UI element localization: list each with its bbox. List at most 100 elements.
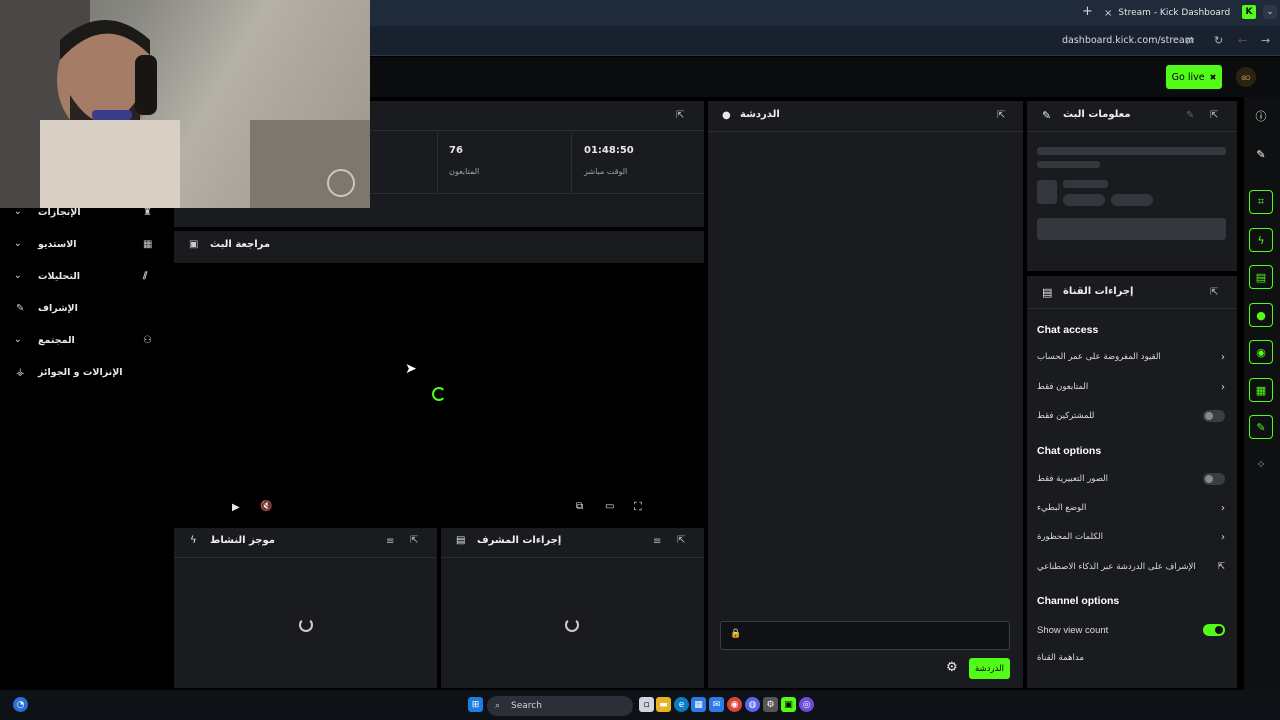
- followers-label: المتابعون: [449, 167, 480, 176]
- sidebar-item[interactable]: ⌄ المجتمع ⚇: [0, 330, 170, 350]
- divider: [441, 557, 704, 558]
- chat-icon[interactable]: ●: [1249, 303, 1273, 327]
- file-explorer-icon[interactable]: ▬: [656, 697, 671, 712]
- search-placeholder: Search: [511, 701, 542, 711]
- play-icon[interactable]: ▶: [232, 502, 240, 513]
- divider: [174, 557, 437, 558]
- new-tab-button[interactable]: +: [1082, 4, 1093, 19]
- discord-icon[interactable]: ◍: [745, 697, 760, 712]
- sidebar-item[interactable]: الإشراف ✎: [0, 298, 170, 318]
- channel-action-label: الصور التعبيرية فقط: [1037, 474, 1109, 484]
- activity-panel: [174, 528, 437, 688]
- back-icon[interactable]: ←: [1238, 34, 1247, 47]
- webcam-overlay: [0, 0, 370, 208]
- channel-action-row[interactable]: الكلمات المحظورة ›: [1037, 529, 1227, 545]
- go-live-button[interactable]: Go live ✖: [1166, 65, 1222, 89]
- apps-icon[interactable]: ⁘: [1249, 452, 1273, 476]
- avatar[interactable]: ꩧ: [1236, 67, 1256, 87]
- chevron-down-icon[interactable]: ⌄: [14, 207, 22, 217]
- external-link-icon: ⇱: [1217, 562, 1225, 572]
- channel-actions-icon: ▤: [1042, 286, 1053, 299]
- document-icon[interactable]: ▤: [1249, 265, 1273, 289]
- lightning-icon[interactable]: ϟ: [1249, 228, 1273, 252]
- sidebar-item-label: المجتمع: [38, 334, 75, 346]
- channel-action-row[interactable]: الصور التعبيرية فقط: [1037, 471, 1227, 487]
- mail-icon[interactable]: ✉: [709, 697, 724, 712]
- divider: [437, 133, 438, 193]
- channel-action-row[interactable]: القيود المفروضة على عمر الحساب ›: [1037, 349, 1227, 365]
- theater-icon[interactable]: ▭: [605, 501, 614, 512]
- weather-icon[interactable]: ◔: [13, 697, 28, 712]
- sidebar-item-label: التحليلات: [38, 270, 81, 282]
- channel-action-row[interactable]: Show view count: [1037, 622, 1227, 638]
- chevron-right-icon: ›: [1221, 381, 1225, 393]
- toggle-switch[interactable]: [1203, 410, 1225, 422]
- chevron-down-icon[interactable]: ⌄: [14, 239, 22, 249]
- chevron-down-icon[interactable]: ⌄: [14, 271, 22, 281]
- wrench-icon: ✎: [16, 302, 25, 314]
- toggle-switch[interactable]: [1203, 473, 1225, 485]
- popout-icon[interactable]: ⇱: [410, 535, 418, 546]
- channel-action-row[interactable]: الإشراف على الدردشة عبر الذكاء الاصطناعي…: [1037, 559, 1227, 575]
- channel-action-label: الوضع البطيء: [1037, 503, 1087, 513]
- fullscreen-icon[interactable]: ⛶: [634, 500, 642, 514]
- chat-send-button[interactable]: الدردشة: [969, 658, 1010, 679]
- edge-icon[interactable]: e: [674, 697, 689, 712]
- popout-icon[interactable]: ⇱: [677, 535, 685, 546]
- site-settings-icon[interactable]: ⇄: [1185, 34, 1194, 47]
- filter-icon[interactable]: ≡: [386, 536, 394, 547]
- chevron-down-icon[interactable]: ⌄: [14, 335, 22, 345]
- wrench-icon[interactable]: ✎: [1249, 415, 1273, 439]
- browser-tab[interactable]: × Stream - Kick Dashboard K: [1098, 2, 1256, 24]
- chrome-icon[interactable]: ◉: [727, 697, 742, 712]
- section-heading: Chat options: [1037, 445, 1102, 457]
- popout-icon[interactable]: ⇱: [997, 110, 1005, 121]
- app-icon[interactable]: ▣: [781, 697, 796, 712]
- url-field[interactable]: dashboard.kick.com/stream: [1062, 35, 1194, 46]
- loading-spinner: [299, 618, 313, 632]
- mute-icon[interactable]: 🔇: [260, 501, 272, 512]
- store-icon[interactable]: ▦: [691, 697, 706, 712]
- popout-icon[interactable]: ⇱: [676, 110, 684, 121]
- edit-icon[interactable]: ✎: [1249, 142, 1273, 166]
- tab-search-icon[interactable]: ⌄: [1263, 5, 1277, 19]
- edit-icon[interactable]: ✎: [1186, 110, 1194, 121]
- toggle-switch[interactable]: [1203, 624, 1225, 636]
- kick-logo-icon: K: [1242, 5, 1256, 19]
- taskbar-search[interactable]: ⌕ Search: [487, 696, 633, 716]
- filter-icon[interactable]: ≡: [653, 536, 661, 547]
- sidebar-item[interactable]: ⌄ التحليلات ⫽: [0, 266, 170, 286]
- scan-icon[interactable]: ⌗: [1249, 190, 1273, 214]
- mod-actions-panel: [441, 528, 704, 688]
- reload-icon[interactable]: ↻: [1214, 34, 1223, 47]
- channel-action-row[interactable]: المتابعون فقط ›: [1037, 379, 1227, 395]
- lock-icon: 🔒: [730, 629, 742, 639]
- lightning-icon: ϟ: [190, 535, 197, 546]
- loading-spinner: [565, 618, 579, 632]
- chat-settings-icon[interactable]: ⚙: [946, 660, 958, 675]
- broadcast-icon[interactable]: ◉: [1249, 340, 1273, 364]
- layout-icon[interactable]: ▦: [1249, 378, 1273, 402]
- skeleton: [1063, 194, 1105, 206]
- channel-action-label: الإشراف على الدردشة عبر الذكاء الاصطناعي: [1037, 562, 1196, 572]
- channel-action-row[interactable]: للمشتركين فقط: [1037, 408, 1227, 424]
- channel-action-row[interactable]: الوضع البطيء ›: [1037, 500, 1227, 516]
- chevron-right-icon: ›: [1221, 531, 1225, 543]
- channel-action-row[interactable]: مداهمة القناة: [1037, 650, 1227, 666]
- forward-icon[interactable]: →: [1261, 34, 1270, 47]
- task-view-icon[interactable]: ▫: [639, 697, 654, 712]
- chat-input[interactable]: [720, 621, 1010, 650]
- settings-icon[interactable]: ⚙: [763, 697, 778, 712]
- info-icon[interactable]: ⓘ: [1249, 104, 1273, 128]
- popout-icon[interactable]: ⇱: [1210, 110, 1218, 121]
- pip-icon[interactable]: ⧉: [576, 501, 583, 512]
- skeleton: [1037, 180, 1057, 204]
- sidebar-item[interactable]: ⌄ الاستديو ▦: [0, 234, 170, 254]
- tab-close-icon[interactable]: ×: [1104, 8, 1112, 19]
- popout-icon[interactable]: ⇱: [1210, 287, 1218, 298]
- sidebar-item-label: الاستديو: [38, 238, 77, 250]
- sidebar-item[interactable]: الإنزالات و الجوائز ⚶: [0, 362, 170, 382]
- divider: [1027, 308, 1237, 309]
- obs-icon[interactable]: ◎: [799, 697, 814, 712]
- windows-start-icon[interactable]: ⊞: [468, 697, 483, 712]
